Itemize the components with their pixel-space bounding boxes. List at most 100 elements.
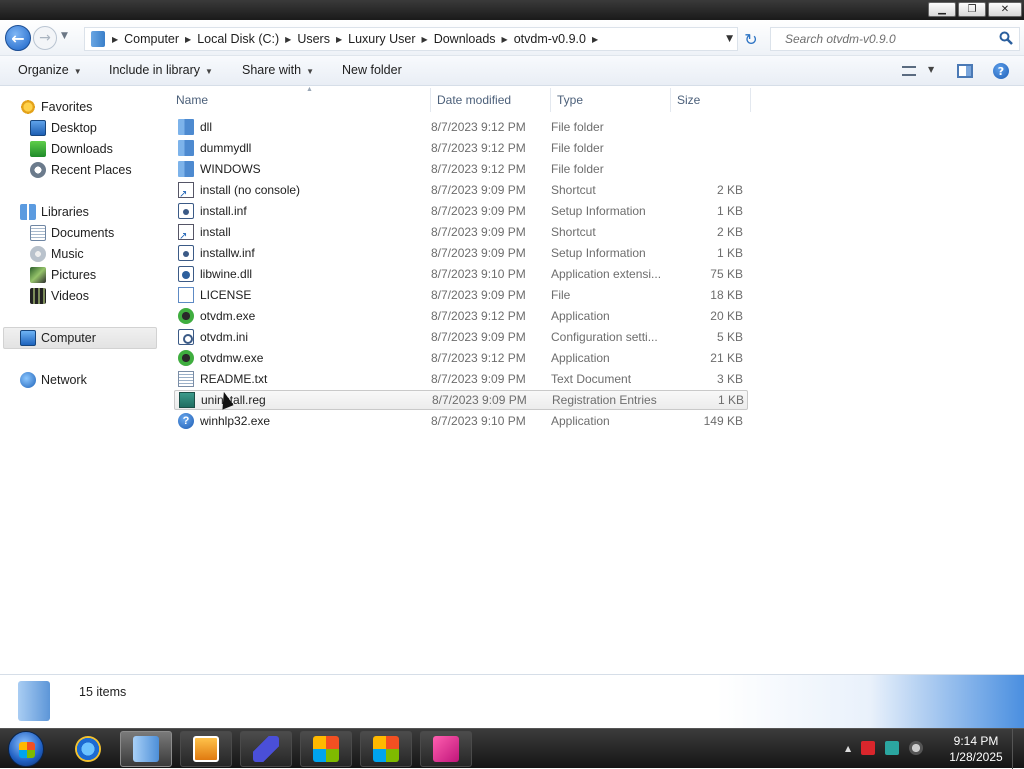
nav-music[interactable]: Music — [30, 245, 84, 263]
nav-documents[interactable]: Documents — [30, 224, 114, 242]
address-history-dropdown[interactable]: ▼ — [726, 34, 733, 44]
file-row[interactable]: libwine.dll 8/7/2023 9:10 PM Application e… — [174, 264, 748, 284]
breadcrumb-item[interactable]: Local Disk (C:) — [192, 32, 284, 46]
file-row[interactable]: otvdmw.exe 8/7/2023 9:12 PM Application 21 … — [174, 348, 748, 368]
nav-desktop[interactable]: Desktop — [30, 119, 97, 137]
volume-icon[interactable] — [909, 741, 924, 755]
file-name-cell: ? winhlp32.exe — [174, 413, 431, 429]
file-row[interactable]: installw.inf 8/7/2023 9:09 PM Setup Inform… — [174, 243, 748, 263]
file-row[interactable]: dll 8/7/2023 9:12 PM File folder — [174, 117, 748, 137]
taskbar-media-player[interactable] — [180, 731, 232, 767]
back-button[interactable]: ← — [5, 25, 31, 51]
breadcrumb-separator-icon[interactable]: ▶ — [501, 35, 509, 44]
nav-pictures[interactable]: Pictures — [30, 266, 96, 284]
breadcrumb-item[interactable]: Luxury User — [343, 32, 420, 46]
network-tray-icon[interactable] — [885, 741, 900, 755]
window-title-bar[interactable]: ▁ ❐ ✕ — [0, 0, 1024, 20]
nav-downloads[interactable]: Downloads — [30, 140, 113, 158]
search-input[interactable] — [785, 31, 985, 47]
file-date: 8/7/2023 9:12 PM — [431, 162, 526, 176]
file-date: 8/7/2023 9:09 PM — [431, 288, 526, 302]
nav-network[interactable]: Network — [20, 371, 87, 389]
file-date: 8/7/2023 9:09 PM — [431, 225, 526, 239]
file-row[interactable]: install 8/7/2023 9:09 PM Shortcut 2 KB — [174, 222, 748, 242]
clock[interactable]: 9:14 PM 1/28/2025 — [946, 733, 1006, 765]
file-row[interactable]: uninstall.reg 8/7/2023 9:09 PM Registratio… — [174, 390, 748, 410]
maximize-button[interactable]: ❐ — [958, 2, 986, 17]
breadcrumb[interactable]: ▶ Computer ▶ Local Disk (C:) ▶ Users ▶ Luxury U… — [84, 27, 738, 51]
breadcrumb-separator-icon[interactable]: ▶ — [111, 35, 119, 44]
nav-libraries[interactable]: Libraries — [20, 203, 89, 221]
breadcrumb-item[interactable]: otvdm-v0.9.0 — [509, 32, 591, 46]
nav-computer[interactable]: Computer — [20, 329, 96, 347]
help-icon[interactable]: ? — [993, 63, 1009, 79]
file-name: WINDOWS — [200, 162, 261, 176]
change-view-icon[interactable] — [902, 66, 916, 76]
file-row[interactable]: README.txt 8/7/2023 9:09 PM Text Document 3… — [174, 369, 748, 389]
nav-videos[interactable]: Videos — [30, 287, 89, 305]
column-size[interactable]: Size — [671, 88, 751, 112]
search-icon[interactable] — [999, 31, 1013, 45]
taskbar-internet-explorer[interactable] — [62, 731, 114, 767]
include-in-library-button[interactable]: Include in library ▼ — [109, 63, 213, 77]
share-with-button[interactable]: Share with ▼ — [242, 63, 314, 77]
breadcrumb-separator-icon[interactable]: ▶ — [335, 35, 343, 44]
desktop-icon — [30, 120, 46, 136]
taskbar-bird-app[interactable] — [240, 731, 292, 767]
pink-app-icon — [433, 736, 459, 762]
show-desktop-button[interactable] — [1012, 729, 1024, 769]
action-center-flag-icon[interactable] — [861, 741, 876, 755]
file-row[interactable]: LICENSE 8/7/2023 9:09 PM File 18 KB — [174, 285, 748, 305]
taskbar: ▲ 9:14 PM 1/28/2025 — [0, 728, 1024, 769]
file-row[interactable]: dummydll 8/7/2023 9:12 PM File folder — [174, 138, 748, 158]
file-date: 8/7/2023 9:09 PM — [431, 183, 526, 197]
file-row[interactable]: otvdm.exe 8/7/2023 9:12 PM Application 20 K… — [174, 306, 748, 326]
taskbar-windows-explorer[interactable] — [120, 731, 172, 767]
recent-pages-dropdown[interactable]: ▼ — [61, 31, 68, 41]
chevron-down-icon: ▼ — [205, 67, 213, 76]
close-button[interactable]: ✕ — [988, 2, 1022, 17]
file-size: 21 KB — [710, 351, 743, 365]
file-name: otvdmw.exe — [200, 351, 264, 365]
breadcrumb-item[interactable]: Users — [292, 32, 335, 46]
start-button[interactable] — [8, 731, 44, 767]
column-type[interactable]: Type — [551, 88, 671, 112]
file-date: 8/7/2023 9:12 PM — [431, 120, 526, 134]
breadcrumb-separator-icon[interactable]: ▶ — [421, 35, 429, 44]
organize-button[interactable]: Organize ▼ — [18, 63, 82, 77]
nav-recent-places[interactable]: Recent Places — [30, 161, 132, 179]
libraries-icon — [20, 204, 36, 220]
file-row[interactable]: WINDOWS 8/7/2023 9:12 PM File folder — [174, 159, 748, 179]
downloads-icon — [30, 141, 46, 157]
breadcrumb-separator-icon[interactable]: ▶ — [184, 35, 192, 44]
file-row[interactable]: otvdm.ini 8/7/2023 9:09 PM Configuration s… — [174, 327, 748, 347]
clock-date: 1/28/2025 — [949, 750, 1003, 764]
file-row[interactable]: install.inf 8/7/2023 9:09 PM Setup Informa… — [174, 201, 748, 221]
file-row[interactable]: ? winhlp32.exe 8/7/2023 9:10 PM Application… — [174, 411, 748, 431]
nav-favorites[interactable]: Favorites — [20, 98, 92, 116]
breadcrumb-separator-icon[interactable]: ▶ — [284, 35, 292, 44]
forward-button[interactable]: → — [33, 26, 57, 50]
breadcrumb-item[interactable]: Computer — [119, 32, 184, 46]
show-hidden-icons-button[interactable]: ▲ — [845, 744, 851, 753]
search-box[interactable] — [770, 27, 1020, 51]
file-type: Shortcut — [551, 225, 596, 239]
minimize-button[interactable]: ▁ — [928, 2, 956, 17]
breadcrumb-separator-icon[interactable]: ▶ — [591, 35, 599, 44]
new-folder-button[interactable]: New folder — [342, 63, 402, 77]
file-name: README.txt — [200, 372, 268, 386]
file-type: File — [551, 288, 571, 302]
breadcrumb-item[interactable]: Downloads — [429, 32, 501, 46]
column-name[interactable]: Name ▲ — [170, 86, 431, 112]
view-options-dropdown[interactable]: ▼ — [928, 65, 934, 74]
internet-explorer-icon — [75, 736, 101, 762]
column-date-modified[interactable]: Date modified — [431, 88, 551, 112]
taskbar-windows-app-2[interactable] — [360, 731, 412, 767]
taskbar-pink-app[interactable] — [420, 731, 472, 767]
setup-icon — [178, 203, 194, 219]
windows-logo-icon — [313, 736, 339, 762]
taskbar-windows-app-1[interactable] — [300, 731, 352, 767]
file-row[interactable]: install (no console) 8/7/2023 9:09 PM Shor… — [174, 180, 748, 200]
preview-pane-icon[interactable] — [957, 64, 973, 78]
refresh-button[interactable]: ↻ — [740, 28, 762, 50]
